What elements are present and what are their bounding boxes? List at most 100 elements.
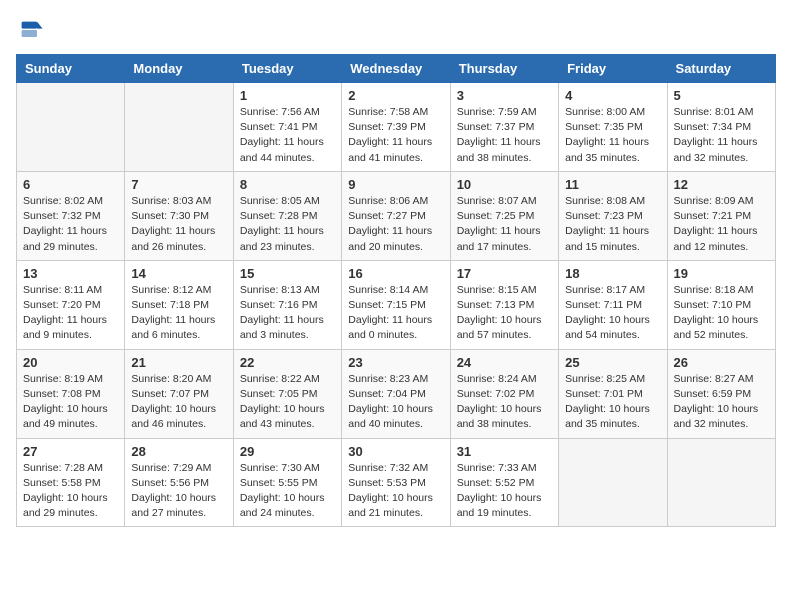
day-number: 1 <box>240 88 335 103</box>
day-number: 12 <box>674 177 769 192</box>
calendar-header-monday: Monday <box>125 55 233 83</box>
day-detail: Sunrise: 7:56 AM Sunset: 7:41 PM Dayligh… <box>240 105 335 166</box>
day-number: 6 <box>23 177 118 192</box>
day-number: 8 <box>240 177 335 192</box>
calendar-cell: 11 Sunrise: 8:08 AM Sunset: 7:23 PM Dayli… <box>559 171 667 260</box>
calendar-cell <box>667 438 775 527</box>
calendar-cell: 9 Sunrise: 8:06 AM Sunset: 7:27 PM Daylig… <box>342 171 450 260</box>
day-number: 13 <box>23 266 118 281</box>
calendar-header-saturday: Saturday <box>667 55 775 83</box>
day-detail: Sunrise: 7:33 AM Sunset: 5:52 PM Dayligh… <box>457 461 552 522</box>
day-detail: Sunrise: 7:58 AM Sunset: 7:39 PM Dayligh… <box>348 105 443 166</box>
day-detail: Sunrise: 8:24 AM Sunset: 7:02 PM Dayligh… <box>457 372 552 433</box>
day-number: 3 <box>457 88 552 103</box>
calendar-week-row: 1 Sunrise: 7:56 AM Sunset: 7:41 PM Daylig… <box>17 83 776 172</box>
calendar-header-friday: Friday <box>559 55 667 83</box>
day-number: 14 <box>131 266 226 281</box>
day-detail: Sunrise: 8:03 AM Sunset: 7:30 PM Dayligh… <box>131 194 226 255</box>
day-detail: Sunrise: 8:17 AM Sunset: 7:11 PM Dayligh… <box>565 283 660 344</box>
calendar-cell: 27 Sunrise: 7:28 AM Sunset: 5:58 PM Dayli… <box>17 438 125 527</box>
calendar-cell: 8Sunrise: 8:05 AM Sunset: 7:28 PM Daylig… <box>233 171 341 260</box>
day-detail: Sunrise: 8:22 AM Sunset: 7:05 PM Dayligh… <box>240 372 335 433</box>
day-number: 27 <box>23 444 118 459</box>
day-number: 10 <box>457 177 552 192</box>
logo-icon <box>16 16 44 44</box>
calendar-cell: 1 Sunrise: 7:56 AM Sunset: 7:41 PM Daylig… <box>233 83 341 172</box>
calendar-cell: 10 Sunrise: 8:07 AM Sunset: 7:25 PM Dayli… <box>450 171 558 260</box>
calendar-cell: 30 Sunrise: 7:32 AM Sunset: 5:53 PM Dayli… <box>342 438 450 527</box>
day-detail: Sunrise: 8:01 AM Sunset: 7:34 PM Dayligh… <box>674 105 769 166</box>
day-detail: Sunrise: 8:19 AM Sunset: 7:08 PM Dayligh… <box>23 372 118 433</box>
day-number: 22 <box>240 355 335 370</box>
day-number: 9 <box>348 177 443 192</box>
calendar-header-row: SundayMondayTuesdayWednesdayThursdayFrid… <box>17 55 776 83</box>
calendar-cell: 22 Sunrise: 8:22 AM Sunset: 7:05 PM Dayli… <box>233 349 341 438</box>
day-number: 15 <box>240 266 335 281</box>
calendar-cell: 21 Sunrise: 8:20 AM Sunset: 7:07 PM Dayli… <box>125 349 233 438</box>
calendar-cell: 2Sunrise: 7:58 AM Sunset: 7:39 PM Daylig… <box>342 83 450 172</box>
calendar-cell <box>17 83 125 172</box>
calendar-week-row: 27 Sunrise: 7:28 AM Sunset: 5:58 PM Dayli… <box>17 438 776 527</box>
day-number: 31 <box>457 444 552 459</box>
day-number: 7 <box>131 177 226 192</box>
day-number: 18 <box>565 266 660 281</box>
day-number: 30 <box>348 444 443 459</box>
day-number: 21 <box>131 355 226 370</box>
calendar-cell: 23 Sunrise: 8:23 AM Sunset: 7:04 PM Dayli… <box>342 349 450 438</box>
calendar-cell: 7 Sunrise: 8:03 AM Sunset: 7:30 PM Daylig… <box>125 171 233 260</box>
calendar-cell: 24 Sunrise: 8:24 AM Sunset: 7:02 PM Dayli… <box>450 349 558 438</box>
day-detail: Sunrise: 8:12 AM Sunset: 7:18 PM Dayligh… <box>131 283 226 344</box>
day-detail: Sunrise: 7:30 AM Sunset: 5:55 PM Dayligh… <box>240 461 335 522</box>
calendar-header-tuesday: Tuesday <box>233 55 341 83</box>
calendar-cell <box>125 83 233 172</box>
day-detail: Sunrise: 8:00 AM Sunset: 7:35 PM Dayligh… <box>565 105 660 166</box>
calendar-cell: 16 Sunrise: 8:14 AM Sunset: 7:15 PM Dayli… <box>342 260 450 349</box>
day-detail: Sunrise: 8:20 AM Sunset: 7:07 PM Dayligh… <box>131 372 226 433</box>
calendar-cell: 26 Sunrise: 8:27 AM Sunset: 6:59 PM Dayli… <box>667 349 775 438</box>
day-number: 20 <box>23 355 118 370</box>
day-detail: Sunrise: 8:08 AM Sunset: 7:23 PM Dayligh… <box>565 194 660 255</box>
day-number: 16 <box>348 266 443 281</box>
day-number: 24 <box>457 355 552 370</box>
calendar-header-wednesday: Wednesday <box>342 55 450 83</box>
calendar-cell: 31 Sunrise: 7:33 AM Sunset: 5:52 PM Dayli… <box>450 438 558 527</box>
day-detail: Sunrise: 7:32 AM Sunset: 5:53 PM Dayligh… <box>348 461 443 522</box>
day-detail: Sunrise: 8:14 AM Sunset: 7:15 PM Dayligh… <box>348 283 443 344</box>
page-header <box>16 16 776 44</box>
calendar-cell <box>559 438 667 527</box>
calendar-cell: 12Sunrise: 8:09 AM Sunset: 7:21 PM Dayli… <box>667 171 775 260</box>
calendar-cell: 17Sunrise: 8:15 AM Sunset: 7:13 PM Dayli… <box>450 260 558 349</box>
calendar-cell: 5Sunrise: 8:01 AM Sunset: 7:34 PM Daylig… <box>667 83 775 172</box>
day-detail: Sunrise: 7:28 AM Sunset: 5:58 PM Dayligh… <box>23 461 118 522</box>
calendar-header-sunday: Sunday <box>17 55 125 83</box>
calendar-cell: 18 Sunrise: 8:17 AM Sunset: 7:11 PM Dayli… <box>559 260 667 349</box>
calendar-cell: 25Sunrise: 8:25 AM Sunset: 7:01 PM Dayli… <box>559 349 667 438</box>
calendar-week-row: 6Sunrise: 8:02 AM Sunset: 7:32 PM Daylig… <box>17 171 776 260</box>
day-number: 17 <box>457 266 552 281</box>
calendar-cell: 3 Sunrise: 7:59 AM Sunset: 7:37 PM Daylig… <box>450 83 558 172</box>
day-detail: Sunrise: 8:07 AM Sunset: 7:25 PM Dayligh… <box>457 194 552 255</box>
calendar-week-row: 20 Sunrise: 8:19 AM Sunset: 7:08 PM Dayli… <box>17 349 776 438</box>
day-detail: Sunrise: 8:18 AM Sunset: 7:10 PM Dayligh… <box>674 283 769 344</box>
day-number: 25 <box>565 355 660 370</box>
day-number: 19 <box>674 266 769 281</box>
calendar-cell: 15Sunrise: 8:13 AM Sunset: 7:16 PM Dayli… <box>233 260 341 349</box>
day-number: 26 <box>674 355 769 370</box>
calendar-table: SundayMondayTuesdayWednesdayThursdayFrid… <box>16 54 776 527</box>
day-detail: Sunrise: 8:11 AM Sunset: 7:20 PM Dayligh… <box>23 283 118 344</box>
calendar-cell: 29 Sunrise: 7:30 AM Sunset: 5:55 PM Dayli… <box>233 438 341 527</box>
day-detail: Sunrise: 8:06 AM Sunset: 7:27 PM Dayligh… <box>348 194 443 255</box>
calendar-cell: 28 Sunrise: 7:29 AM Sunset: 5:56 PM Dayli… <box>125 438 233 527</box>
day-number: 28 <box>131 444 226 459</box>
day-number: 11 <box>565 177 660 192</box>
day-detail: Sunrise: 7:59 AM Sunset: 7:37 PM Dayligh… <box>457 105 552 166</box>
calendar-cell: 6Sunrise: 8:02 AM Sunset: 7:32 PM Daylig… <box>17 171 125 260</box>
day-detail: Sunrise: 8:23 AM Sunset: 7:04 PM Dayligh… <box>348 372 443 433</box>
day-detail: Sunrise: 7:29 AM Sunset: 5:56 PM Dayligh… <box>131 461 226 522</box>
day-detail: Sunrise: 8:27 AM Sunset: 6:59 PM Dayligh… <box>674 372 769 433</box>
day-number: 29 <box>240 444 335 459</box>
day-number: 23 <box>348 355 443 370</box>
calendar-week-row: 13 Sunrise: 8:11 AM Sunset: 7:20 PM Dayli… <box>17 260 776 349</box>
calendar-cell: 4Sunrise: 8:00 AM Sunset: 7:35 PM Daylig… <box>559 83 667 172</box>
calendar-cell: 19 Sunrise: 8:18 AM Sunset: 7:10 PM Dayli… <box>667 260 775 349</box>
